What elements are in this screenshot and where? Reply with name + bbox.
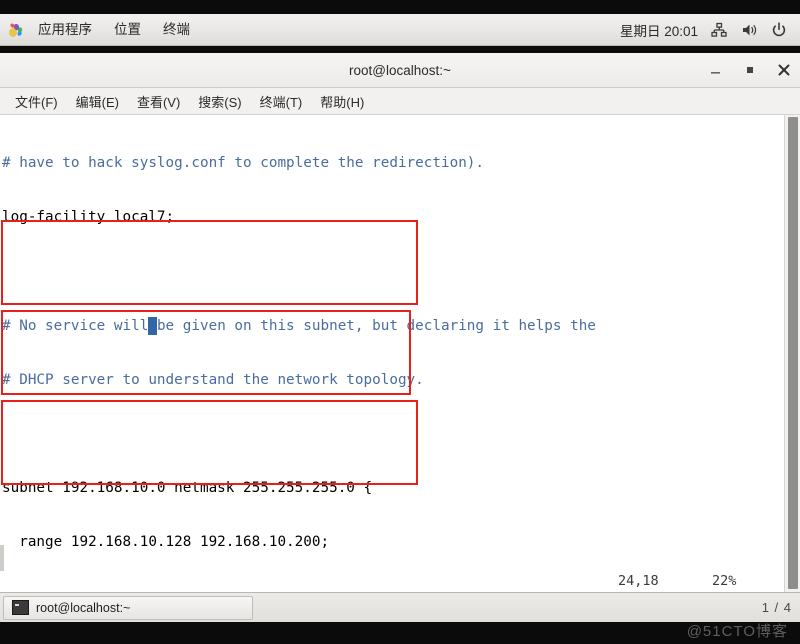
panel-menu-terminal[interactable]: 终端 [152, 20, 201, 40]
close-button[interactable] [776, 62, 792, 78]
menu-help[interactable]: 帮助(H) [311, 89, 373, 114]
clock[interactable]: 星期日 20:01 [620, 20, 698, 40]
window-controls [708, 53, 792, 87]
terminal-window: root@localhost:~ 文件(F) 编辑(E) 查看(V) 搜索(S) [0, 53, 800, 593]
desktop-screen: 应用程序 位置 终端 星期日 20:01 root@localhost:~ 文件… [0, 0, 800, 644]
taskbar: root@localhost:~ 1 / 4 [0, 592, 800, 622]
panel-menu-places[interactable]: 位置 [103, 20, 152, 40]
maximize-button[interactable] [742, 62, 758, 78]
text-cursor [148, 316, 157, 335]
terminal-line: # have to hack syslog.conf to complete t… [2, 155, 485, 172]
top-panel-menus: 应用程序 位置 终端 [0, 20, 201, 40]
menubar: 文件(F) 编辑(E) 查看(V) 搜索(S) 终端(T) 帮助(H) [0, 88, 800, 115]
terminal-scrollbar[interactable] [784, 115, 800, 593]
watermark: @51CTO博客 [686, 623, 788, 640]
network-icon[interactable] [710, 21, 728, 39]
editor-status-bar: 24,18 22% [0, 571, 760, 593]
terminal-line: log-facility local7; [2, 209, 175, 226]
power-icon[interactable] [770, 21, 788, 39]
terminal-line: # DHCP server to understand the network … [2, 371, 424, 388]
line-pre-cursor: # No service will [2, 317, 149, 334]
volume-icon[interactable] [740, 21, 758, 39]
top-panel-tray: 星期日 20:01 [620, 20, 800, 40]
terminal-text: # have to hack syslog.conf to complete t… [0, 115, 760, 593]
terminal-line: range 192.168.10.128 192.168.10.200; [2, 534, 330, 551]
workspace-switcher[interactable]: 1 / 4 [762, 600, 792, 615]
menu-terminal[interactable]: 终端(T) [251, 89, 312, 114]
menu-search[interactable]: 搜索(S) [189, 89, 250, 114]
menu-edit[interactable]: 编辑(E) [67, 89, 128, 114]
scroll-percent: 22% [712, 573, 737, 589]
terminal-line: subnet 192.168.10.0 netmask 255.255.255.… [2, 479, 373, 496]
terminal-icon [12, 600, 29, 615]
taskbar-window-label: root@localhost:~ [36, 600, 131, 615]
minimize-button[interactable] [708, 62, 724, 78]
window-title: root@localhost:~ [349, 62, 451, 78]
scrollbar-thumb[interactable] [788, 117, 798, 589]
line-post-cursor: be given on this subnet, but declaring i… [156, 317, 596, 334]
gnome-foot-icon [7, 21, 25, 39]
terminal-line-with-cursor: # No service will be given on this subne… [2, 316, 760, 335]
top-panel: 应用程序 位置 终端 星期日 20:01 [0, 14, 800, 46]
terminal-body[interactable]: # have to hack syslog.conf to complete t… [0, 115, 800, 593]
menu-file[interactable]: 文件(F) [6, 89, 67, 114]
menu-view[interactable]: 查看(V) [128, 89, 189, 114]
panel-menu-applications[interactable]: 应用程序 [27, 20, 103, 40]
cursor-position: 24,18 [618, 573, 659, 589]
window-titlebar[interactable]: root@localhost:~ [0, 53, 800, 88]
taskbar-window-button[interactable]: root@localhost:~ [3, 595, 253, 620]
